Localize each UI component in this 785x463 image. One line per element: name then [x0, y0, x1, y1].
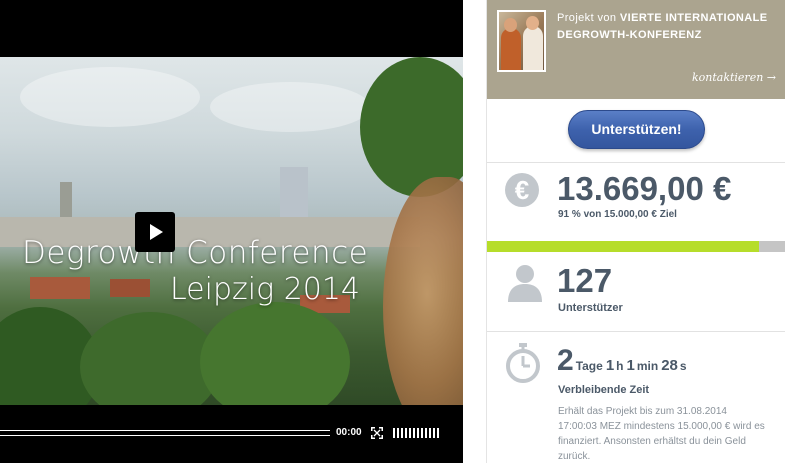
days-unit: Tage	[575, 359, 603, 373]
funding-progress-bar	[487, 241, 785, 252]
volume-icon[interactable]	[393, 428, 439, 438]
seconds-unit: s	[679, 359, 687, 373]
roof	[30, 277, 90, 299]
fullscreen-icon[interactable]	[371, 427, 383, 439]
owner-label: Projekt von	[557, 12, 617, 24]
tree	[80, 312, 220, 405]
owner-avatar[interactable]	[497, 10, 546, 72]
time-remaining-label: Verbleibende Zeit	[558, 384, 650, 396]
play-button[interactable]	[135, 212, 175, 252]
tree	[360, 57, 463, 197]
euro-icon: €	[505, 173, 539, 207]
cloud	[210, 82, 370, 132]
minutes-unit: min	[636, 359, 659, 373]
supporters-label: Unterstützer	[558, 302, 623, 314]
funding-amount: 13.669,00 €	[557, 170, 732, 207]
seek-bar[interactable]	[0, 430, 330, 436]
funding-progress-fill	[487, 241, 760, 252]
hours-value: 1	[605, 357, 615, 374]
user-icon	[508, 265, 542, 302]
funding-note: Erhält das Projekt bis zum 31.08.2014 17…	[558, 406, 765, 462]
support-button[interactable]: Unterstützen!	[568, 110, 705, 149]
video-title: Degrowth Conference	[22, 235, 369, 271]
cloud	[20, 67, 200, 127]
video-subtitle: Leipzig 2014	[170, 272, 360, 307]
project-owner-panel: Projekt von VIERTE INTERNATIONALE DEGROW…	[487, 0, 785, 99]
player-controls: 00:00	[0, 418, 463, 448]
time-display: 00:00	[336, 427, 362, 438]
owner-text: Projekt von VIERTE INTERNATIONALE DEGROW…	[557, 10, 782, 44]
funding-goal: 91 % von 15.000,00 € Ziel	[558, 209, 677, 220]
supporters-count: 127	[557, 262, 613, 299]
play-icon	[150, 224, 163, 240]
tree	[200, 302, 350, 405]
minutes-value: 1	[626, 357, 635, 374]
stopwatch-icon	[506, 343, 540, 383]
video-frame[interactable]: Degrowth Conference Leipzig 2014	[0, 57, 463, 405]
days-value: 2	[557, 344, 574, 377]
seconds-value: 28	[661, 357, 678, 374]
divider	[487, 331, 785, 332]
project-sidebar: Projekt von VIERTE INTERNATIONALE DEGROW…	[486, 0, 785, 463]
roof	[110, 279, 150, 297]
divider	[487, 162, 785, 163]
contact-link[interactable]: kontaktieren →	[692, 71, 776, 84]
video-player[interactable]: Degrowth Conference Leipzig 2014 00:00	[0, 0, 463, 463]
person-blur	[383, 177, 463, 405]
time-remaining: 2 Tage 1 h 1 min 28 s	[557, 344, 690, 378]
hours-unit: h	[616, 359, 624, 373]
